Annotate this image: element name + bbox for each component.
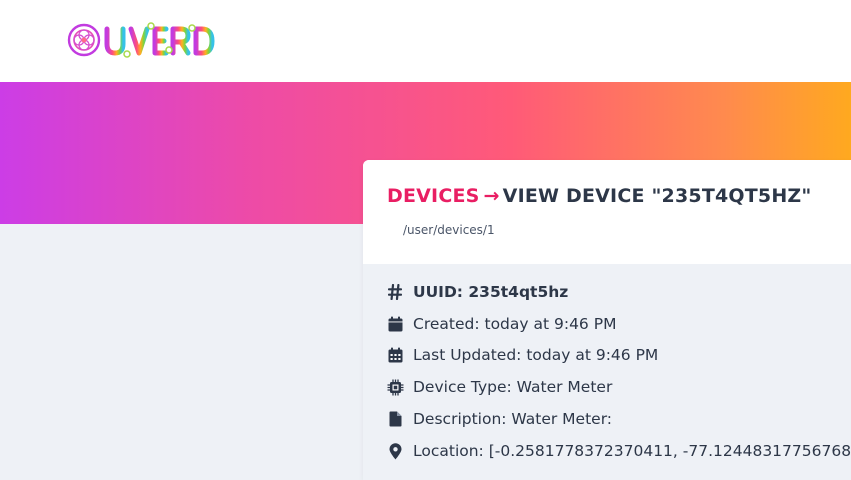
location-text: Location: [-0.2581778372370411, -77.1244…	[413, 442, 851, 460]
description-row: Description: Water Meter:	[386, 408, 612, 430]
updated-text: Last Updated: today at 9:46 PM	[413, 346, 659, 364]
brand-logo[interactable]	[67, 20, 227, 64]
location-row: Location: [-0.2581778372370411, -77.1244…	[386, 440, 851, 462]
map-marker-icon	[386, 442, 404, 460]
uuid-text: UUID: 235t4qt5hz	[413, 283, 569, 301]
uuid-row: UUID: 235t4qt5hz	[386, 281, 568, 303]
created-row: Created: today at 9:46 PM	[386, 313, 616, 335]
calendar-days-icon	[386, 346, 404, 364]
microchip-icon	[386, 378, 404, 396]
device-type-text: Device Type: Water Meter	[413, 378, 613, 396]
breadcrumb: DEVICES → VIEW DEVICE "235T4QT5HZ"	[387, 185, 812, 207]
device-details: UUID: 235t4qt5hz Created: today at 9:46 …	[363, 264, 851, 480]
breadcrumb-arrow-icon: →	[483, 185, 500, 207]
logo-graphic	[67, 22, 215, 58]
route-path: /user/devices/1	[403, 223, 495, 237]
device-detail-card: DEVICES → VIEW DEVICE "235T4QT5HZ" /user/d…	[363, 160, 851, 480]
flower-icon	[67, 23, 101, 57]
page-title: VIEW DEVICE "235T4QT5HZ"	[502, 185, 812, 207]
device-type-row: Device Type: Water Meter	[386, 376, 612, 398]
hashtag-icon	[386, 283, 404, 301]
file-icon	[386, 410, 404, 428]
created-text: Created: today at 9:46 PM	[413, 315, 617, 333]
description-text: Description: Water Meter:	[413, 410, 613, 428]
updated-row: Last Updated: today at 9:46 PM	[386, 344, 658, 366]
calendar-icon	[386, 315, 404, 333]
card-header: DEVICES → VIEW DEVICE "235T4QT5HZ" /user/d…	[363, 160, 851, 264]
breadcrumb-devices-link[interactable]: DEVICES	[387, 185, 480, 207]
top-bar	[0, 0, 851, 82]
